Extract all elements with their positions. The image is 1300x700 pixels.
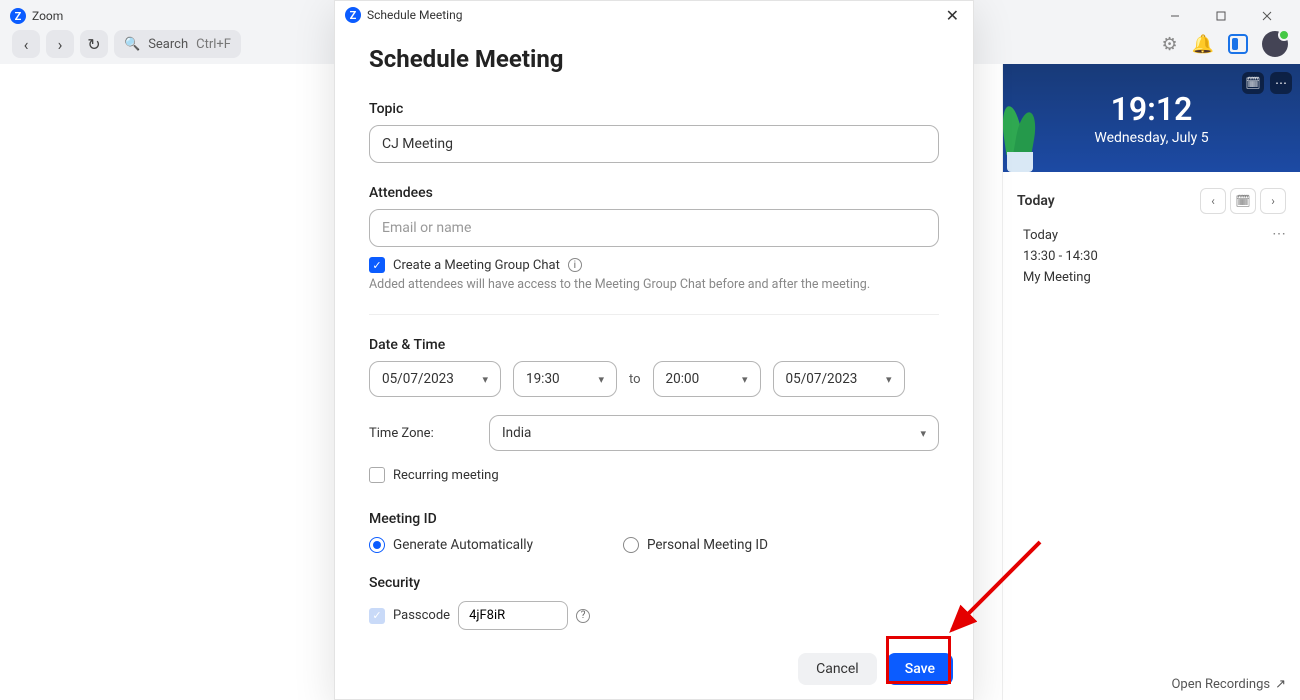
group-chat-label: Create a Meeting Group Chat — [393, 258, 560, 273]
chevron-down-icon: ▾ — [482, 373, 488, 386]
window-minimize-button[interactable] — [1152, 0, 1198, 32]
search-shortcut: Ctrl+F — [196, 37, 231, 52]
plant-decoration — [1003, 102, 1043, 172]
avatar[interactable] — [1262, 31, 1288, 57]
external-link-icon: ↗ — [1275, 677, 1286, 692]
event-more-button[interactable]: ⋯ — [1272, 226, 1286, 242]
attendees-input[interactable] — [369, 209, 939, 247]
recurring-checkbox[interactable] — [369, 467, 385, 483]
group-chat-helper: Added attendees will have access to the … — [369, 277, 939, 292]
generate-auto-radio[interactable]: Generate Automatically — [369, 537, 533, 553]
hero-time: 19:12 — [1111, 90, 1193, 128]
chevron-down-icon: ▾ — [598, 373, 604, 386]
start-time-picker[interactable]: 19:30▾ — [513, 361, 617, 397]
end-time-picker[interactable]: 20:00▾ — [653, 361, 761, 397]
timezone-select[interactable]: India▾ — [489, 415, 939, 451]
zoom-app-icon: Z — [345, 7, 361, 23]
today-button[interactable]: 🗓 — [1230, 188, 1256, 214]
calendar-panel: 🗓 ⋯ 19:12 Wednesday, July 5 Today ‹ 🗓 › … — [1002, 64, 1300, 700]
today-label: Today — [1017, 193, 1055, 209]
end-date-picker[interactable]: 05/07/2023▾ — [773, 361, 905, 397]
zoom-app-icon: Z — [10, 8, 26, 24]
radio-icon — [369, 537, 385, 553]
open-recordings-link[interactable]: Open Recordings ↗ — [1171, 677, 1286, 692]
search-icon: 🔍 — [124, 37, 140, 52]
recurring-label: Recurring meeting — [393, 468, 499, 483]
nav-back-button[interactable]: ‹ — [12, 30, 40, 58]
bell-icon[interactable]: 🔔 — [1192, 34, 1214, 55]
schedule-meeting-dialog: Z Schedule Meeting ✕ Schedule Meeting To… — [334, 0, 974, 700]
gear-icon[interactable]: ⚙ — [1161, 34, 1177, 55]
event-title: My Meeting — [1023, 268, 1098, 289]
next-day-button[interactable]: › — [1260, 188, 1286, 214]
app-name: Zoom — [32, 9, 63, 23]
start-date-picker[interactable]: 05/07/2023▾ — [369, 361, 501, 397]
chevron-down-icon: ▾ — [742, 373, 748, 386]
dialog-heading: Schedule Meeting — [369, 45, 939, 73]
security-label: Security — [369, 575, 939, 591]
event-time: 13:30 - 14:30 — [1023, 247, 1098, 268]
chevron-down-icon: ▾ — [886, 373, 892, 386]
passcode-input[interactable] — [458, 601, 568, 630]
search-box[interactable]: 🔍 Search Ctrl+F — [114, 30, 241, 58]
info-icon[interactable]: ? — [576, 609, 590, 623]
hero-date: Wednesday, July 5 — [1094, 130, 1208, 146]
dialog-window-title: Schedule Meeting — [367, 8, 462, 22]
radio-icon — [623, 537, 639, 553]
save-button[interactable]: Save — [887, 653, 953, 685]
window-maximize-button[interactable] — [1198, 0, 1244, 32]
chevron-down-icon: ▾ — [920, 427, 926, 440]
timezone-label: Time Zone: — [369, 426, 469, 441]
nav-forward-button[interactable]: › — [46, 30, 74, 58]
panel-toggle-button[interactable] — [1228, 34, 1248, 54]
meeting-id-label: Meeting ID — [369, 511, 939, 527]
history-button[interactable]: ↻ — [80, 30, 108, 58]
group-chat-checkbox[interactable]: ✓ — [369, 257, 385, 273]
dialog-close-button[interactable]: ✕ — [942, 2, 963, 29]
datetime-label: Date & Time — [369, 337, 939, 353]
topic-label: Topic — [369, 101, 939, 117]
prev-day-button[interactable]: ‹ — [1200, 188, 1226, 214]
hero-calendar-button[interactable]: 🗓 — [1242, 72, 1264, 94]
hero-more-button[interactable]: ⋯ — [1270, 72, 1292, 94]
event-item[interactable]: Today 13:30 - 14:30 My Meeting ⋯ — [1003, 222, 1300, 292]
passcode-checkbox[interactable]: ✓ — [369, 608, 385, 624]
attendees-label: Attendees — [369, 185, 939, 201]
topic-input[interactable] — [369, 125, 939, 163]
divider — [369, 314, 939, 315]
event-day: Today — [1023, 226, 1098, 247]
personal-id-radio[interactable]: Personal Meeting ID — [623, 537, 768, 553]
cancel-button[interactable]: Cancel — [798, 653, 877, 685]
passcode-label: Passcode — [393, 608, 450, 623]
hero-datetime: 🗓 ⋯ 19:12 Wednesday, July 5 — [1003, 64, 1300, 172]
to-label: to — [629, 372, 641, 387]
info-icon[interactable]: i — [568, 258, 582, 272]
search-label: Search — [148, 37, 188, 52]
window-close-button[interactable] — [1244, 0, 1290, 32]
